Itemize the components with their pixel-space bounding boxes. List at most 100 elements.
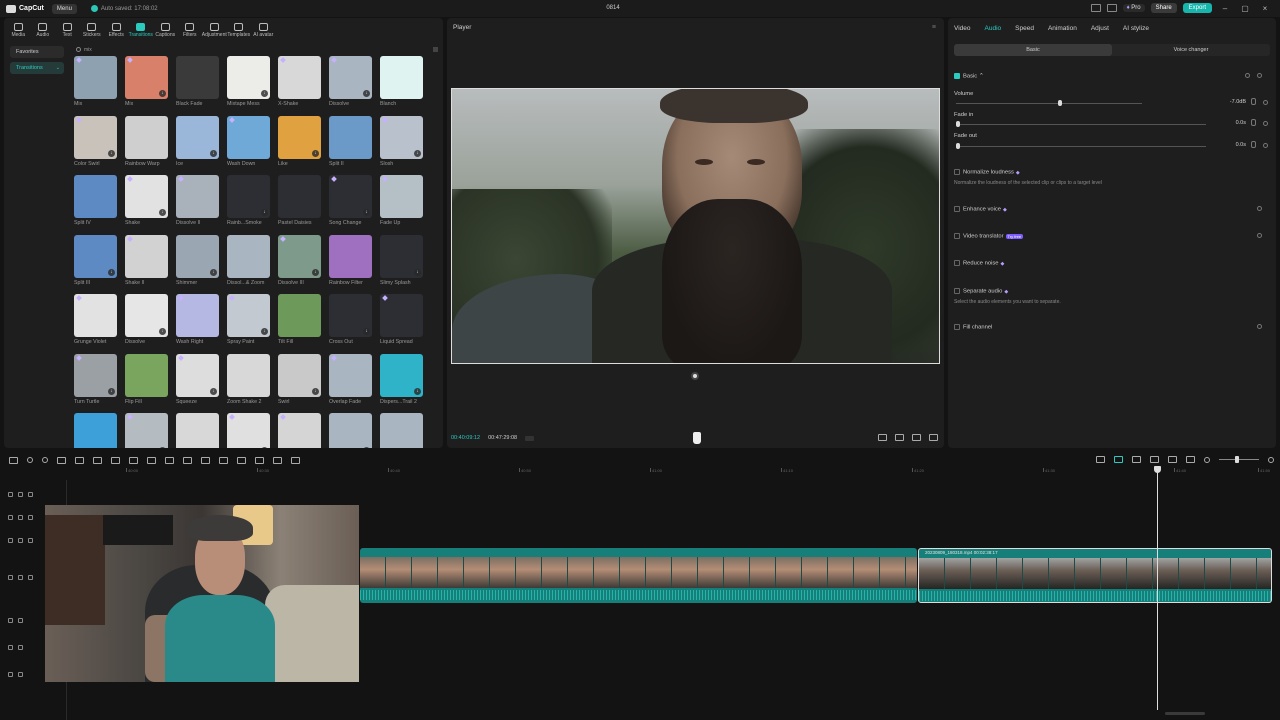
aspect-ratio-icon[interactable] (878, 434, 887, 441)
download-icon[interactable]: ↓ (363, 209, 370, 216)
subtitle-icon[interactable] (255, 456, 264, 464)
image-icon[interactable] (273, 456, 282, 464)
download-icon[interactable]: ↓ (159, 328, 166, 335)
details-tab-audio[interactable]: Audio (985, 25, 1002, 32)
download-icon[interactable]: ↓ (312, 149, 319, 157)
playhead[interactable] (1154, 466, 1161, 710)
transition-thumbnail[interactable] (74, 294, 117, 337)
marker-icon[interactable] (129, 456, 138, 464)
transition-thumbnail[interactable]: ↓ (74, 353, 117, 397)
transition-item[interactable]: Flip Fill (125, 353, 176, 411)
transition-item[interactable]: Split IV (74, 175, 125, 232)
download-icon[interactable]: ↓ (261, 328, 268, 335)
transition-item[interactable]: ↓ Split III (74, 234, 125, 292)
reduce-noise-row[interactable]: Reduce noise ◆ (954, 260, 1270, 267)
transition-thumbnail[interactable]: ↓ (176, 115, 219, 159)
transition-item[interactable]: ↓ Swirl (278, 353, 329, 411)
share-button[interactable]: Share (1150, 3, 1177, 13)
transition-thumbnail[interactable]: ↓ (227, 56, 270, 99)
track-type-icon[interactable] (8, 618, 13, 623)
lock-icon[interactable] (18, 645, 23, 650)
transition-thumbnail[interactable] (227, 353, 270, 397)
preview-axis-icon[interactable] (1150, 456, 1159, 463)
freeze-icon[interactable] (201, 456, 210, 464)
transition-item[interactable]: ↓ Dissolve (329, 56, 380, 113)
subtab-voice-changer[interactable]: Voice changer (1112, 44, 1270, 56)
transition-item[interactable]: ↓ (227, 413, 278, 448)
download-icon[interactable]: ↓ (108, 149, 115, 157)
transition-thumbnail[interactable]: ↓ (329, 413, 372, 448)
transition-item[interactable]: ↓ Mixtape Mess (227, 56, 278, 113)
download-icon[interactable]: ↓ (312, 268, 319, 276)
transition-thumbnail[interactable] (227, 115, 270, 159)
audio-split-icon[interactable] (219, 456, 228, 464)
volume-value[interactable]: -7.0dB (1230, 99, 1246, 105)
transition-thumbnail[interactable] (125, 234, 168, 278)
transition-thumbnail[interactable]: ↓ (176, 234, 219, 278)
fade-in-keyframe-icon[interactable] (1263, 121, 1268, 126)
clear-search-icon[interactable] (433, 47, 438, 52)
transition-thumbnail[interactable] (329, 234, 372, 278)
download-icon[interactable]: ↓ (210, 387, 217, 395)
split-right-icon[interactable] (93, 456, 102, 464)
select-tool-icon[interactable] (9, 456, 18, 464)
transition-thumbnail[interactable]: ↓ (125, 175, 168, 218)
transition-thumbnail[interactable] (125, 353, 168, 397)
transition-thumbnail[interactable]: ↓ (176, 353, 219, 397)
download-icon[interactable]: ↓ (363, 447, 370, 448)
subtab-basic[interactable]: Basic (954, 44, 1112, 56)
smart-crop-icon[interactable] (291, 456, 300, 464)
transition-item[interactable]: Zoom Shake 2 (227, 353, 278, 411)
download-icon[interactable]: ↓ (414, 149, 421, 157)
details-tab-animation[interactable]: Animation (1048, 25, 1077, 32)
transition-item[interactable]: X-Shake (278, 56, 329, 113)
transition-thumbnail[interactable] (278, 294, 321, 337)
tab-stickers[interactable]: Stickers (80, 18, 105, 40)
quality-icon[interactable] (912, 434, 921, 441)
search-bar[interactable]: mix (76, 45, 438, 54)
lock-icon[interactable] (18, 492, 23, 497)
close-button[interactable]: × (1258, 4, 1272, 13)
download-icon[interactable]: ↓ (210, 149, 217, 157)
link-icon[interactable] (1132, 456, 1141, 463)
transition-item[interactable]: Wash Down (227, 115, 278, 173)
transition-thumbnail[interactable]: ↓ (278, 353, 321, 397)
eye-icon[interactable] (28, 538, 33, 543)
transition-item[interactable]: Grunge Violet (74, 294, 125, 351)
download-icon[interactable]: ↓ (312, 387, 319, 395)
transition-thumbnail[interactable] (74, 56, 117, 99)
tab-filters[interactable]: Filters (178, 18, 203, 40)
separate-checkbox[interactable] (954, 288, 960, 294)
category-transitions[interactable]: Transitions ⌄ (10, 62, 64, 74)
fade-out-knob[interactable] (956, 143, 960, 149)
tab-ai-avatar[interactable]: AI avatar (251, 18, 276, 40)
download-icon[interactable]: ↓ (108, 387, 115, 395)
transition-item[interactable] (278, 413, 329, 448)
transition-item[interactable]: Dissolve II (176, 175, 227, 232)
transition-thumbnail[interactable]: ↓ (380, 353, 423, 397)
keyframe-icon[interactable] (1257, 73, 1262, 78)
tab-templates[interactable]: Templates (227, 18, 252, 40)
download-icon[interactable]: ↓ (261, 447, 268, 448)
lock-icon[interactable] (18, 672, 23, 677)
details-tab-ai-stylize[interactable]: AI stylize (1123, 25, 1149, 32)
transition-item[interactable]: Mix (74, 56, 125, 113)
transition-thumbnail[interactable]: ↓ (74, 115, 117, 159)
transition-item[interactable]: ↓ Mix (125, 56, 176, 113)
undo-icon[interactable] (27, 457, 33, 463)
transition-item[interactable]: Tilt Fill (278, 294, 329, 351)
video-translator-row[interactable]: Video translator Try free (954, 233, 1270, 240)
download-icon[interactable]: ↓ (414, 268, 421, 276)
basic-checkbox[interactable] (954, 73, 960, 79)
transition-item[interactable]: Blanch (380, 56, 431, 113)
video-clip-1[interactable] (360, 548, 917, 603)
fill-channel-row[interactable]: Fill channel (954, 324, 1270, 331)
transition-item[interactable]: ↓ Shake (125, 175, 176, 232)
rotate-handle-icon[interactable] (691, 372, 699, 380)
timeline-ruler[interactable]: 40:00 40:30 40:40 40:50 41:00 41:10 41:20 41:30… (0, 468, 1280, 476)
details-tab-speed[interactable]: Speed (1015, 25, 1034, 32)
download-icon[interactable]: ↓ (159, 447, 166, 448)
tab-media[interactable]: Media (6, 18, 31, 40)
transition-item[interactable]: ↓ Slimy Splash (380, 234, 431, 292)
transition-thumbnail[interactable]: ↓ (278, 234, 321, 278)
